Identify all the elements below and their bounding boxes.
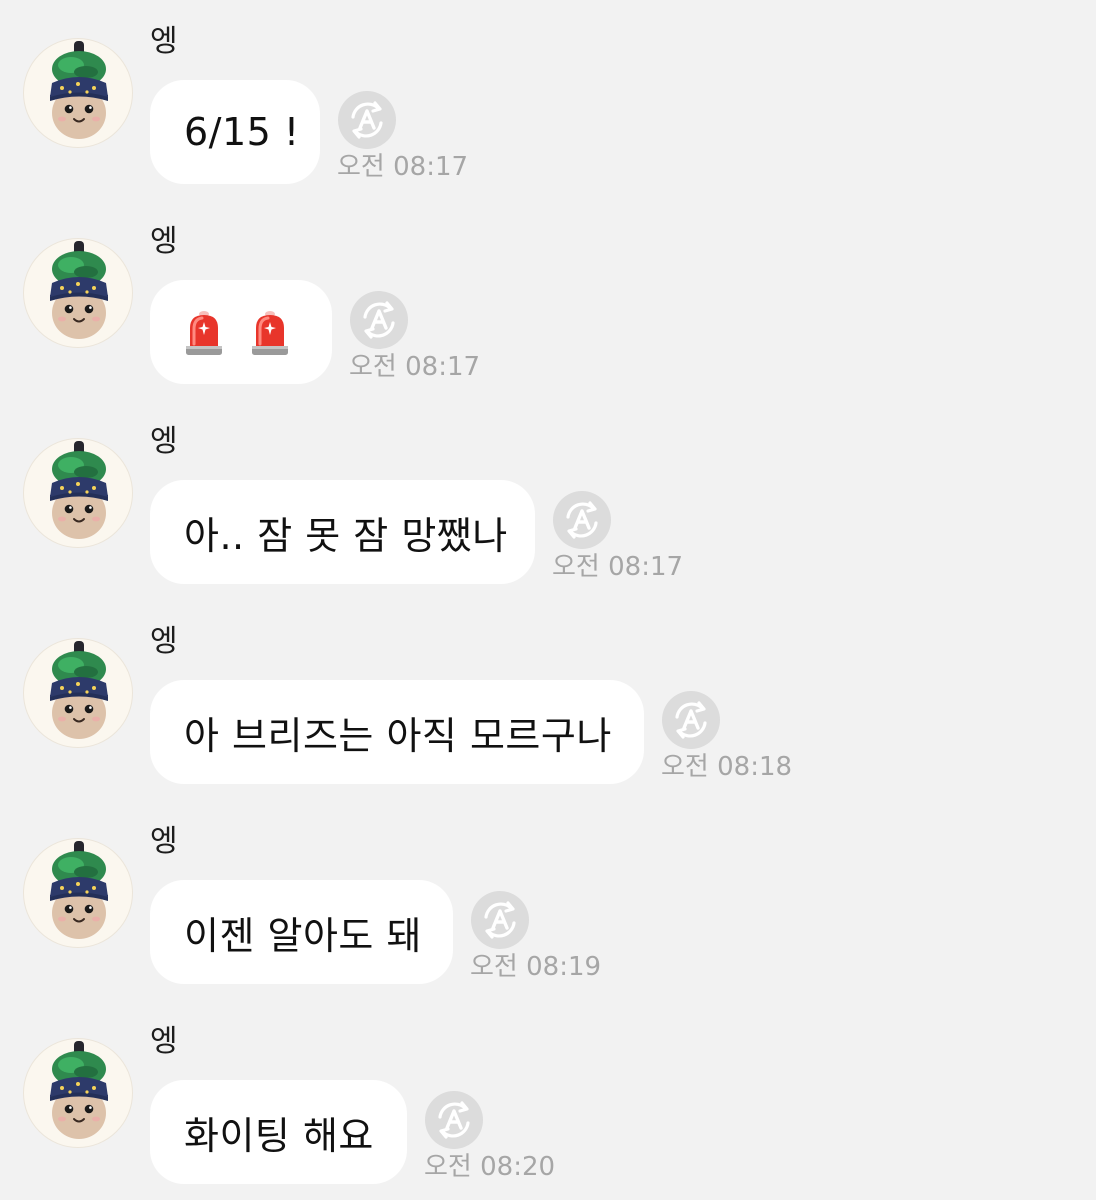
avatar-plush-icon [50, 1041, 108, 1139]
avatar-plush-icon [50, 841, 108, 939]
avatar-plush-icon [50, 41, 108, 139]
sender-name: 엥 [150, 424, 178, 459]
siren-emoji [186, 311, 222, 355]
message-meta: 오전 08:19 [470, 890, 630, 990]
message-timestamp: 오전 08:20 [424, 1152, 556, 1182]
message-timestamp: 오전 08:17 [552, 552, 684, 582]
emoji-row [184, 306, 290, 358]
message-timestamp: 오전 08:18 [661, 752, 793, 782]
translate-icon[interactable] [337, 90, 397, 150]
message-group: 엥 아 브리즈는 아직 모르구나 오전 08:18 [0, 600, 1096, 800]
avatar[interactable] [23, 38, 133, 148]
translate-icon[interactable] [424, 1090, 484, 1150]
message-bubble[interactable]: 화이팅 해요 [150, 1080, 407, 1184]
message-group: 엥 아.. 잠 못 잠 망쨌나 오전 08:17 [0, 400, 1096, 600]
message-meta: 오전 08:20 [424, 1090, 584, 1190]
avatar[interactable] [23, 238, 133, 348]
message-bubble[interactable]: 아.. 잠 못 잠 망쨌나 [150, 480, 535, 584]
avatar[interactable] [23, 1038, 133, 1148]
avatar[interactable] [23, 638, 133, 748]
message-bubble[interactable] [150, 280, 332, 384]
sender-name: 엥 [150, 624, 178, 659]
message-text: 화이팅 해요 [184, 1113, 374, 1158]
translate-icon[interactable] [661, 690, 721, 750]
message-timestamp: 오전 08:19 [470, 952, 602, 982]
message-timestamp: 오전 08:17 [349, 352, 481, 382]
message-meta: 오전 08:17 [552, 490, 712, 590]
sender-name: 엥 [150, 224, 178, 259]
message-group: 엥 화이팅 해요 오전 08:20 [0, 1000, 1096, 1200]
message-meta: 오전 08:17 [337, 90, 497, 190]
avatar[interactable] [23, 438, 133, 548]
avatar[interactable] [23, 838, 133, 948]
translate-icon[interactable] [552, 490, 612, 550]
avatar-plush-icon [50, 441, 108, 539]
message-text: 아.. 잠 못 잠 망쨌나 [184, 513, 508, 558]
siren-emoji [252, 311, 288, 355]
message-meta: 오전 08:18 [661, 690, 821, 790]
translate-icon[interactable] [470, 890, 530, 950]
avatar-plush-icon [50, 641, 108, 739]
sender-name: 엥 [150, 1024, 178, 1059]
message-group: 엥 오전 08:17 [0, 200, 1096, 400]
sender-name: 엥 [150, 824, 178, 859]
message-text: 이젠 알아도 돼 [184, 913, 422, 958]
translate-icon[interactable] [349, 290, 409, 350]
message-bubble[interactable]: 6/15 ! [150, 80, 320, 184]
avatar-plush-icon [50, 241, 108, 339]
message-text: 6/15 ! [184, 110, 300, 154]
sender-name: 엥 [150, 24, 178, 59]
message-text: 아 브리즈는 아직 모르구나 [184, 713, 612, 758]
message-meta: 오전 08:17 [349, 290, 509, 390]
message-bubble[interactable]: 아 브리즈는 아직 모르구나 [150, 680, 644, 784]
message-timestamp: 오전 08:17 [337, 152, 469, 182]
message-group: 엥 이젠 알아도 돼 오전 08:19 [0, 800, 1096, 1000]
message-bubble[interactable]: 이젠 알아도 돼 [150, 880, 453, 984]
message-group: 엥 6/15 ! 오전 08:17 [0, 0, 1096, 200]
